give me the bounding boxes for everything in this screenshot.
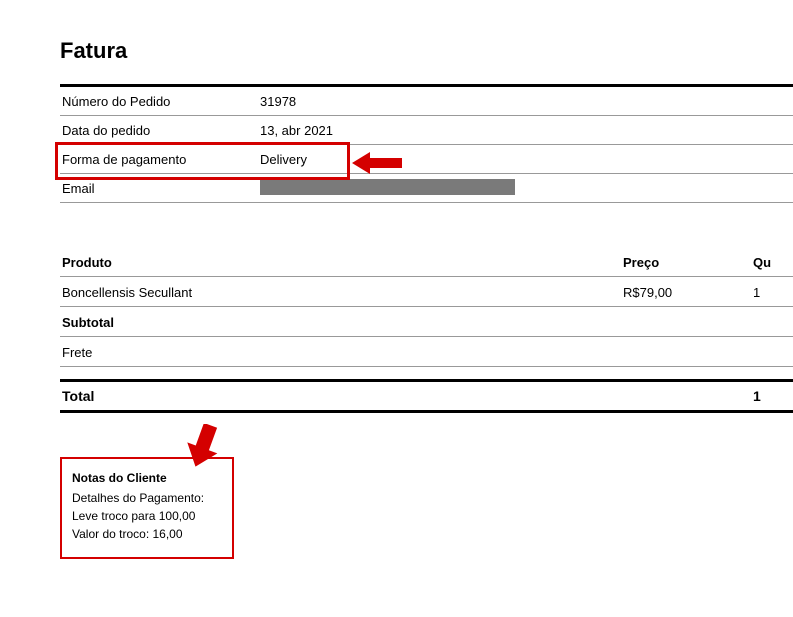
product-price: R$79,00 xyxy=(623,285,753,300)
invoice-page: Fatura Número do Pedido 31978 Data do pe… xyxy=(0,0,793,559)
subtotal-row: Subtotal xyxy=(60,307,793,337)
payment-method-label: Forma de pagamento xyxy=(60,152,260,167)
col-header-product: Produto xyxy=(62,255,623,270)
frete-row: Frete xyxy=(60,337,793,367)
notes-line-1: Detalhes do Pagamento: xyxy=(72,489,222,507)
product-table-header: Produto Preço Qu xyxy=(60,247,793,277)
notes-line-2: Leve troco para 100,00 xyxy=(72,507,222,525)
info-row-payment-method: Forma de pagamento Delivery xyxy=(60,145,793,174)
order-date-label: Data do pedido xyxy=(60,123,260,138)
email-value-redacted xyxy=(260,179,515,198)
product-name: Boncellensis Secullant xyxy=(62,285,623,300)
redacted-block xyxy=(260,179,515,195)
info-row-email: Email xyxy=(60,174,793,203)
col-header-qty: Qu xyxy=(753,255,793,270)
frete-label: Frete xyxy=(62,345,623,360)
subtotal-label: Subtotal xyxy=(62,315,623,330)
customer-notes-box: Notas do Cliente Detalhes do Pagamento: … xyxy=(60,457,234,559)
order-date-value: 13, abr 2021 xyxy=(260,123,333,138)
col-header-price: Preço xyxy=(623,255,753,270)
email-label: Email xyxy=(60,181,260,196)
notes-line-3: Valor do troco: 16,00 xyxy=(72,525,222,543)
order-number-label: Número do Pedido xyxy=(60,94,260,109)
total-label: Total xyxy=(62,388,623,404)
info-row-order-date: Data do pedido 13, abr 2021 xyxy=(60,116,793,145)
order-number-value: 31978 xyxy=(260,94,296,109)
info-row-order-number: Número do Pedido 31978 xyxy=(60,87,793,116)
notes-title: Notas do Cliente xyxy=(72,469,222,487)
product-qty: 1 xyxy=(753,285,793,300)
product-row: Boncellensis Secullant R$79,00 1 xyxy=(60,277,793,307)
total-row: Total 1 xyxy=(60,379,793,413)
page-title: Fatura xyxy=(60,38,793,64)
total-qty: 1 xyxy=(753,388,793,404)
payment-method-value: Delivery xyxy=(260,152,307,167)
